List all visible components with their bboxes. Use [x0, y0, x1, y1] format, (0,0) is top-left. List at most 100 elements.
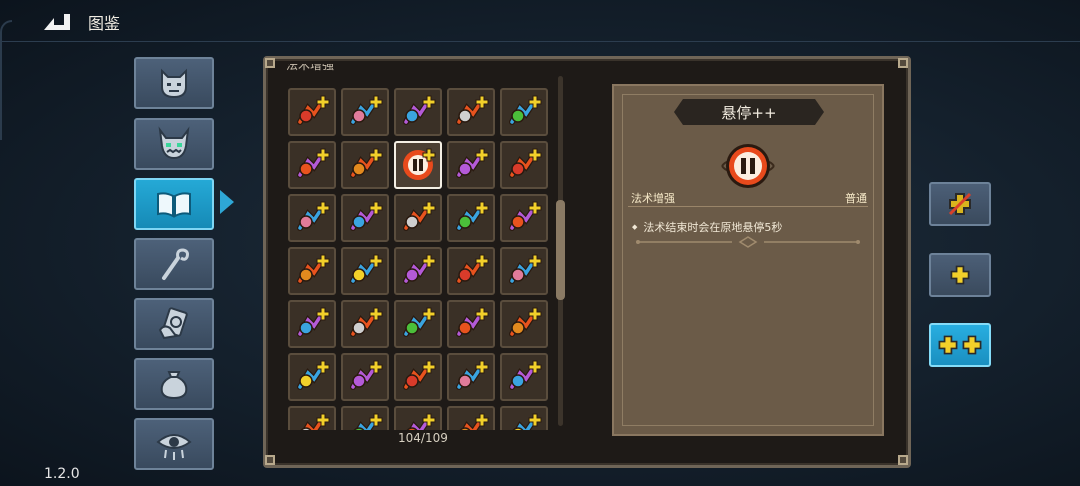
level-plus-button[interactable]: [929, 253, 991, 297]
cube-icon: [456, 307, 489, 337]
detail-panel: [612, 84, 884, 436]
spell-cell[interactable]: [288, 88, 336, 136]
level-double-plus-button[interactable]: [929, 323, 991, 367]
detail-description: 法术结束时会在原地悬停5秒: [632, 219, 782, 235]
spell-cell[interactable]: [500, 300, 548, 348]
pause-icon: [403, 148, 436, 180]
spell-cell[interactable]: [500, 247, 548, 295]
spell-cell[interactable]: [447, 141, 495, 189]
double-arrow-icon: [350, 95, 383, 125]
spell-cell[interactable]: [500, 141, 548, 189]
up-arrows-icon: [350, 254, 383, 284]
frame-ornament: [0, 20, 12, 140]
tab-spells[interactable]: [134, 178, 214, 230]
spell-cell[interactable]: [394, 194, 442, 242]
tab-items[interactable]: [134, 358, 214, 410]
active-tab-pointer: [220, 190, 234, 214]
spell-cell[interactable]: [288, 300, 336, 348]
spell-cell[interactable]: [394, 247, 442, 295]
detail-separator: [628, 206, 868, 207]
tab-staffs[interactable]: [134, 238, 214, 290]
spell-cell[interactable]: [341, 353, 389, 401]
frame-corner: [898, 58, 908, 68]
split-arrow-icon: [403, 201, 436, 231]
pouch-icon: [160, 371, 188, 400]
spell-cell[interactable]: [447, 353, 495, 401]
frame-corner: [898, 455, 908, 465]
green-drop-icon: [509, 95, 542, 125]
disabled-plus-icon: [948, 192, 972, 216]
spell-cell[interactable]: [341, 194, 389, 242]
spell-cell[interactable]: [447, 247, 495, 295]
frame-corner: [265, 455, 275, 465]
page-title: 图鉴: [88, 14, 121, 33]
claw-icon: [459, 413, 489, 430]
spell-cell[interactable]: [341, 88, 389, 136]
ornament-divider: [636, 236, 860, 248]
spell-cell[interactable]: [500, 353, 548, 401]
spell-cell[interactable]: [447, 88, 495, 136]
spell-cell[interactable]: [394, 141, 442, 189]
tentacle-icon: [509, 307, 542, 337]
spell-cell[interactable]: [341, 141, 389, 189]
blue-crystal-icon: [456, 201, 489, 231]
tab-enemies[interactable]: [134, 57, 214, 109]
spell-cell[interactable]: [341, 247, 389, 295]
spell-cell[interactable]: [447, 300, 495, 348]
spell-cell[interactable]: [447, 406, 495, 430]
triple-arrow-icon: [297, 95, 330, 125]
spell-cell[interactable]: [288, 194, 336, 242]
spell-cell[interactable]: [394, 406, 442, 430]
spell-cell[interactable]: [394, 300, 442, 348]
open-book-icon: [157, 192, 191, 218]
spell-cell[interactable]: [500, 88, 548, 136]
bolt-fork-icon: [297, 254, 330, 284]
hook-icon: [456, 360, 489, 390]
spell-grid: [270, 66, 570, 430]
chevron-right-icon: [297, 307, 330, 337]
sigma-icon: [350, 360, 383, 390]
spell-cell[interactable]: [500, 194, 548, 242]
detail-category: 法术增强: [631, 192, 675, 205]
vortex-icon: [509, 360, 542, 390]
spell-cell[interactable]: [341, 406, 389, 430]
detail-rarity: 普通: [845, 192, 867, 205]
crescent-icon: [456, 148, 489, 178]
tab-relics[interactable]: [134, 298, 214, 350]
potion-icon: [403, 307, 436, 337]
orbit-arrow-icon: [297, 148, 330, 178]
spell-cell[interactable]: [288, 353, 336, 401]
fire-sword-icon: [406, 413, 436, 430]
demon-face-icon: [161, 68, 187, 99]
top-bar: [0, 0, 1080, 42]
tower-icon: [300, 413, 330, 430]
spell-cell[interactable]: [288, 406, 336, 430]
spell-cell[interactable]: [394, 353, 442, 401]
spell-cell[interactable]: [447, 194, 495, 242]
grid-scrollbar-thumb[interactable]: [556, 200, 565, 300]
spell-cell[interactable]: [500, 406, 548, 430]
horned-monster-icon: [158, 126, 190, 160]
zigzag-arrow-icon: [350, 201, 383, 231]
spell-cell[interactable]: [288, 247, 336, 295]
spell-cell[interactable]: [341, 300, 389, 348]
flame-eye-icon: [297, 360, 330, 390]
fan-arrow-icon: [403, 95, 436, 125]
plus-icon: [950, 265, 970, 285]
collection-count: 104/109: [398, 431, 448, 445]
back-arrow-icon[interactable]: [40, 8, 78, 34]
top-bar-divider: [0, 41, 1080, 42]
orb-cross-icon: [403, 254, 436, 284]
level-base-button[interactable]: [929, 182, 991, 226]
spell-cell[interactable]: [394, 88, 442, 136]
gem-icon: [512, 413, 542, 430]
sun-icon: [350, 307, 383, 337]
hand-card-icon: [158, 307, 188, 340]
tab-curses[interactable]: [134, 418, 214, 470]
lightning-icon: [350, 148, 383, 178]
tab-bosses[interactable]: [134, 118, 214, 170]
spell-cell[interactable]: [288, 141, 336, 189]
bug-icon: [353, 413, 383, 430]
eye-icon: [156, 434, 192, 460]
shuriken-icon: [403, 360, 436, 390]
